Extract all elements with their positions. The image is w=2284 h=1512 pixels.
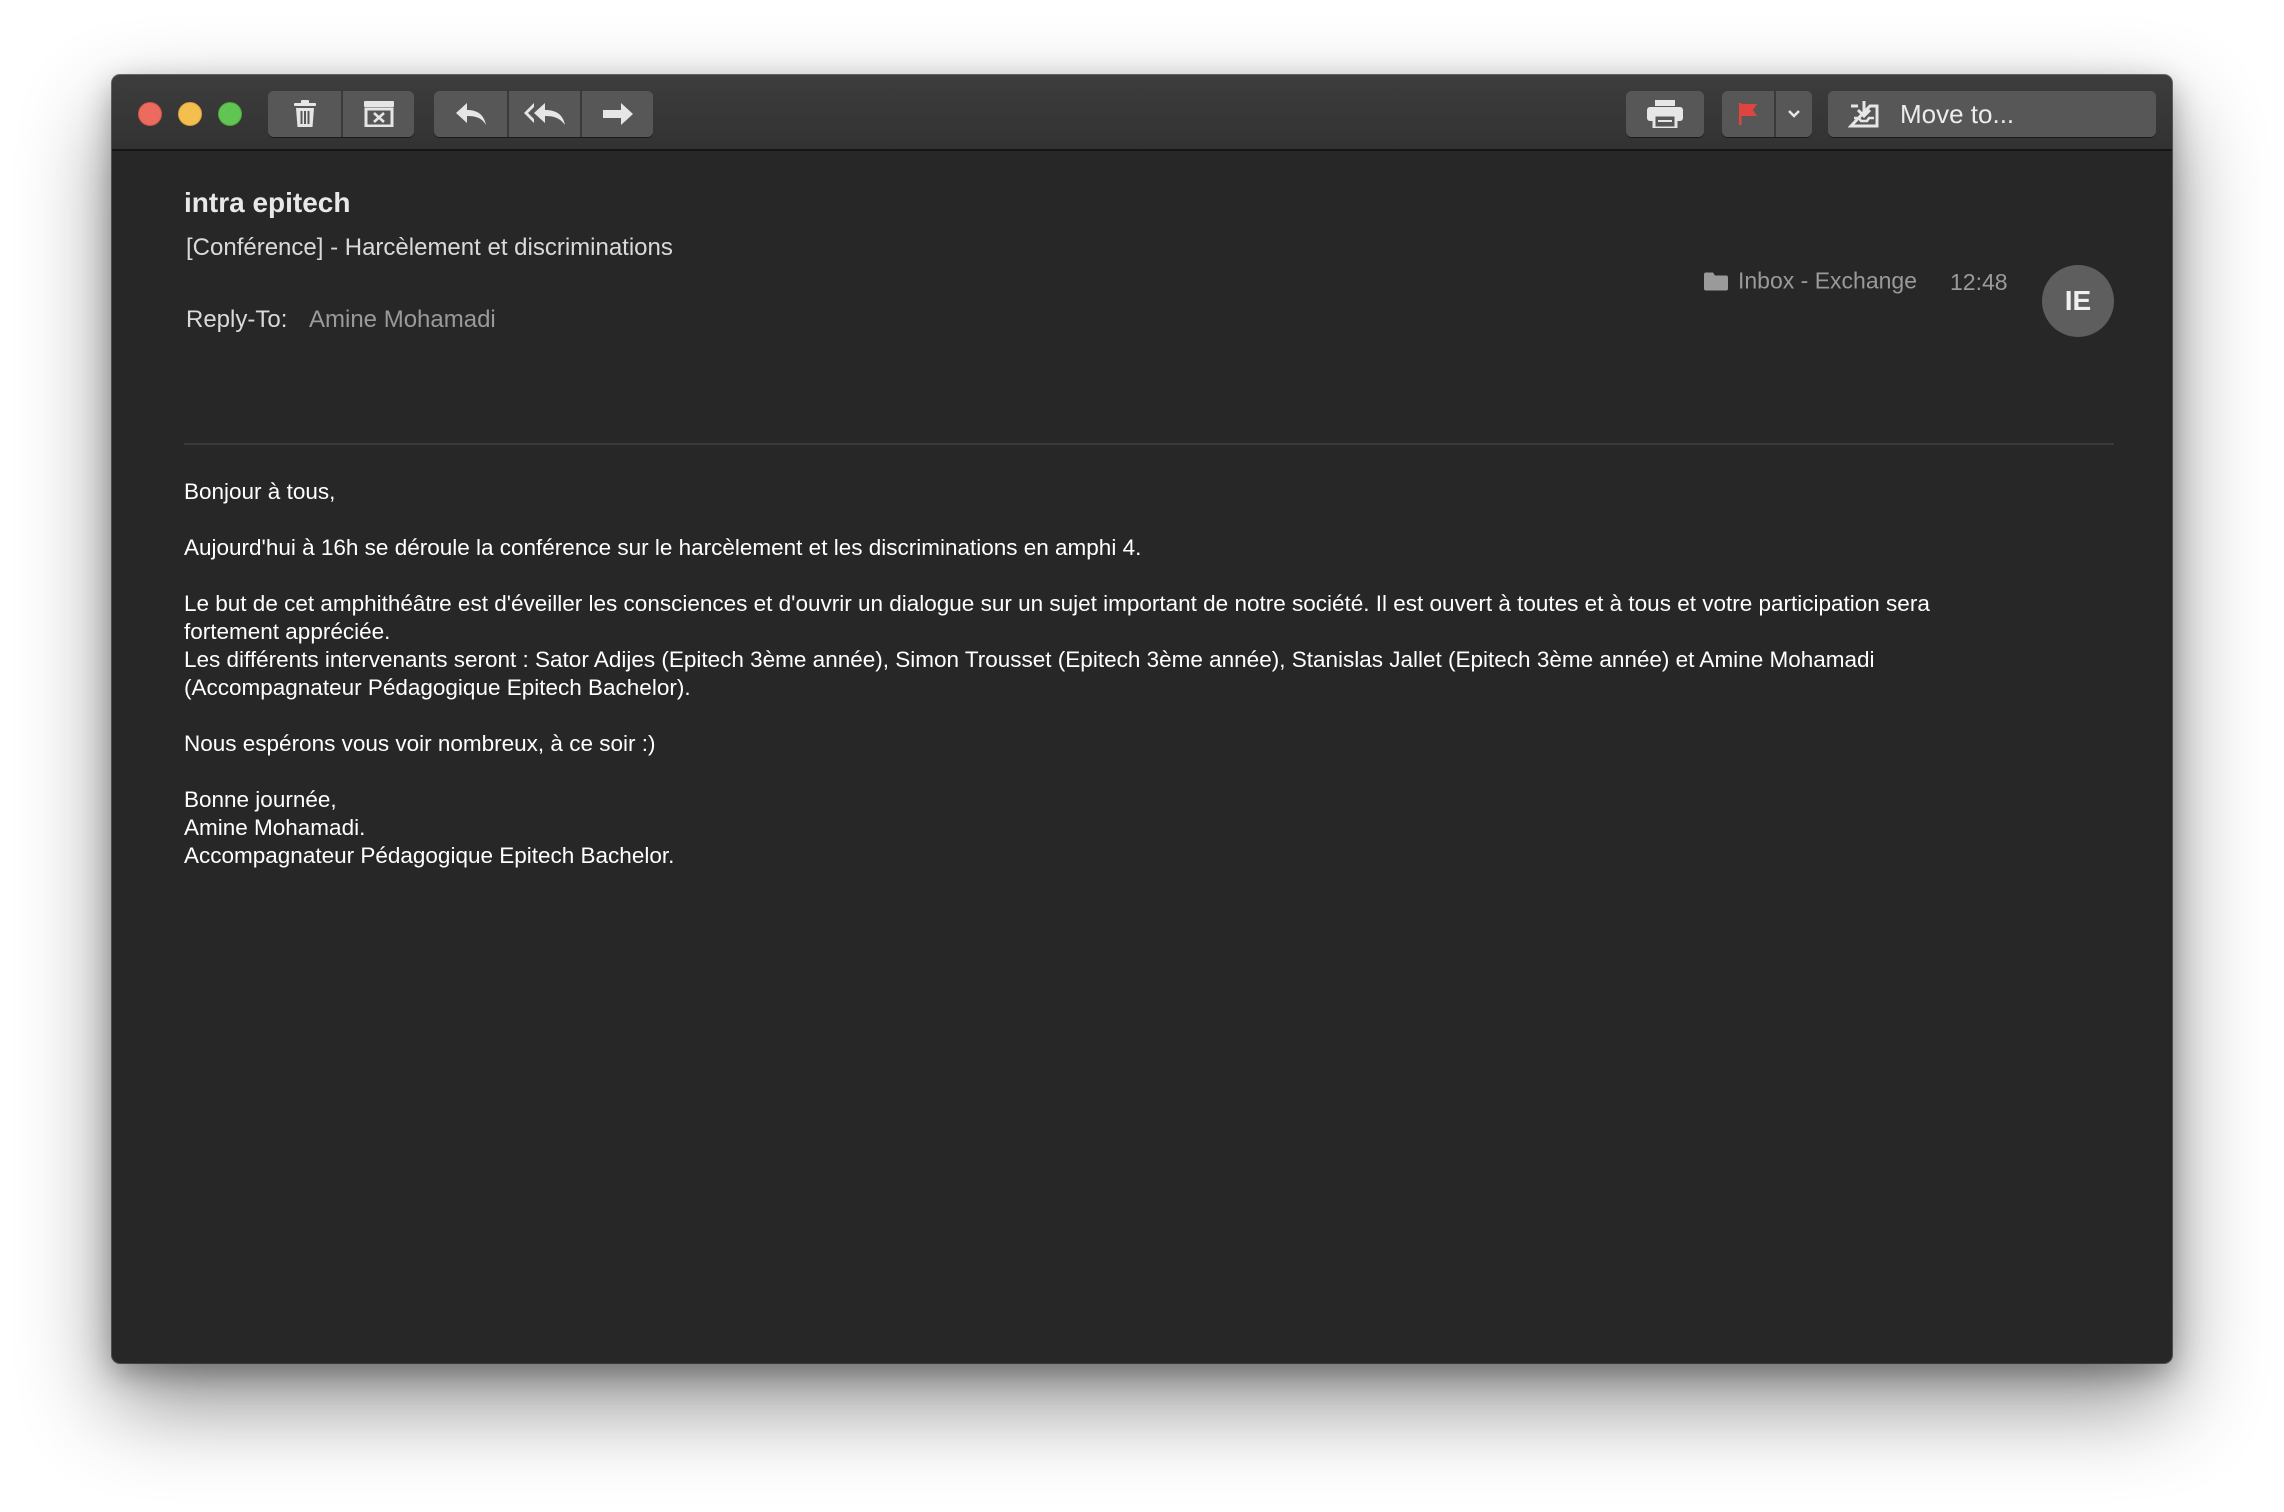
- flag-icon: [1739, 103, 1757, 125]
- reply-all-arrow-icon: [523, 103, 565, 125]
- signature: Bonne journée, Amine Mohamadi. Accompagn…: [184, 786, 2114, 870]
- reply-to-address[interactable]: Amine Mohamadi: [309, 306, 496, 334]
- body-paragraph: Bonjour à tous,: [184, 478, 2114, 506]
- forward-arrow-icon: [602, 103, 633, 125]
- sender-name: intra epitech: [184, 187, 351, 218]
- move-to-tray-icon: [1848, 101, 1879, 128]
- message-view: intra epitech [Conférence] - Harcèlement…: [112, 151, 2172, 1363]
- body-paragraph: Le but de cet amphithéâtre est d'éveille…: [184, 590, 2114, 702]
- move-to-button[interactable]: Move to...: [1828, 91, 2156, 137]
- reply-all-button[interactable]: [507, 91, 580, 137]
- flag-button[interactable]: [1722, 91, 1774, 137]
- body-paragraph: Nous espérons vous voir nombreux, à ce s…: [184, 730, 2114, 758]
- trash-icon: [293, 100, 316, 127]
- message-subject: [Conférence] - Harcèlement et discrimina…: [186, 234, 673, 261]
- zoom-window-button[interactable]: [218, 102, 242, 126]
- signature-line: Bonne journée,: [184, 787, 337, 812]
- flag-group: [1722, 91, 1812, 137]
- reply-arrow-icon: [455, 103, 486, 125]
- avatar: IE: [2042, 265, 2114, 337]
- delete-button[interactable]: [268, 91, 341, 137]
- archive-box-icon: [363, 101, 394, 127]
- move-to-group: Move to...: [1828, 91, 2156, 137]
- body-line: Aujourd'hui à 16h se déroule la conféren…: [184, 535, 1142, 560]
- minimize-window-button[interactable]: [178, 102, 202, 126]
- print-group: [1626, 91, 1704, 137]
- print-button[interactable]: [1626, 91, 1704, 137]
- mail-message-window: Move to... intra epitech [Conférence] - …: [112, 75, 2172, 1363]
- reply-group: [434, 91, 653, 137]
- forward-button[interactable]: [580, 91, 653, 137]
- signature-line: Amine Mohamadi.: [184, 815, 366, 840]
- body-line: Le but de cet amphithéâtre est d'éveille…: [184, 591, 1930, 616]
- toolbar: Move to...: [112, 75, 2172, 151]
- header-divider: [184, 443, 2114, 445]
- flag-menu-button[interactable]: [1774, 91, 1812, 137]
- reply-button[interactable]: [434, 91, 507, 137]
- archive-button[interactable]: [341, 91, 414, 137]
- delete-archive-group: [268, 91, 414, 137]
- greeting-line: Bonjour à tous,: [184, 479, 336, 504]
- chevron-down-icon: [1788, 110, 1800, 118]
- message-time: 12:48: [1950, 269, 2008, 295]
- reply-to-label: Reply-To:: [186, 306, 288, 333]
- signature-line: Accompagnateur Pédagogique Epitech Bache…: [184, 843, 675, 868]
- body-line: fortement appréciée.: [184, 619, 391, 644]
- body-line: Les différents intervenants seront : Sat…: [184, 647, 1875, 672]
- body-paragraph: Aujourd'hui à 16h se déroule la conféren…: [184, 534, 2114, 562]
- printer-icon: [1647, 100, 1683, 128]
- move-to-label: Move to...: [1900, 98, 2015, 129]
- mailbox-name: Inbox - Exchange: [1738, 267, 1918, 294]
- message-body: Bonjour à tous, Aujourd'hui à 16h se dér…: [184, 478, 2114, 898]
- folder-icon: [1704, 272, 1728, 290]
- mailbox-location: Inbox - Exchange: [1704, 268, 1917, 295]
- close-window-button[interactable]: [138, 102, 162, 126]
- body-line: (Accompagnateur Pédagogique Epitech Bach…: [184, 675, 691, 700]
- body-line: Nous espérons vous voir nombreux, à ce s…: [184, 731, 656, 756]
